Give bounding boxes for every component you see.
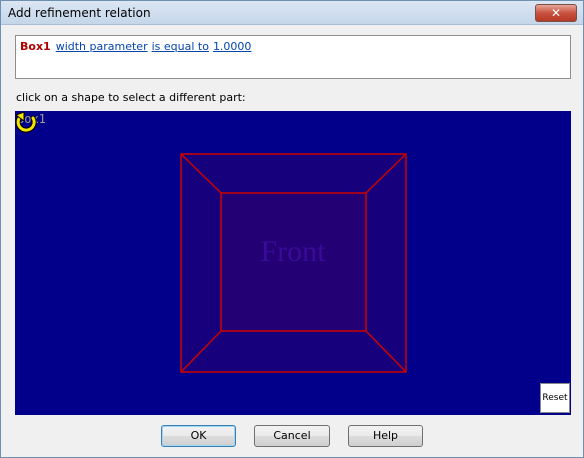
relation-expression: Box1 width parameter is equal to 1.0000 bbox=[15, 35, 571, 79]
parameter-link[interactable]: width parameter bbox=[56, 40, 148, 53]
close-button[interactable]: ✕ bbox=[535, 4, 577, 22]
value-link[interactable]: 1.0000 bbox=[213, 40, 252, 53]
cancel-button[interactable]: Cancel bbox=[254, 425, 330, 447]
help-button[interactable]: Help bbox=[348, 425, 423, 447]
rotate-arrow-icon[interactable] bbox=[15, 111, 39, 135]
window-title: Add refinement relation bbox=[8, 6, 151, 20]
reset-button[interactable]: Reset bbox=[540, 383, 570, 413]
ok-button[interactable]: OK bbox=[161, 425, 236, 447]
box-shape-view[interactable]: Front bbox=[15, 111, 571, 415]
dialog-window: Add refinement relation ✕ Box1 width para… bbox=[0, 0, 584, 458]
title-bar[interactable]: Add refinement relation ✕ bbox=[1, 1, 583, 25]
instruction-text: click on a shape to select a different p… bbox=[16, 91, 246, 104]
close-icon: ✕ bbox=[550, 6, 562, 20]
part-name: Box1 bbox=[20, 40, 51, 53]
operator-link[interactable]: is equal to bbox=[152, 40, 209, 53]
front-face-label: Front bbox=[260, 235, 326, 268]
shape-viewport[interactable]: Front Box1 Reset bbox=[15, 111, 571, 415]
